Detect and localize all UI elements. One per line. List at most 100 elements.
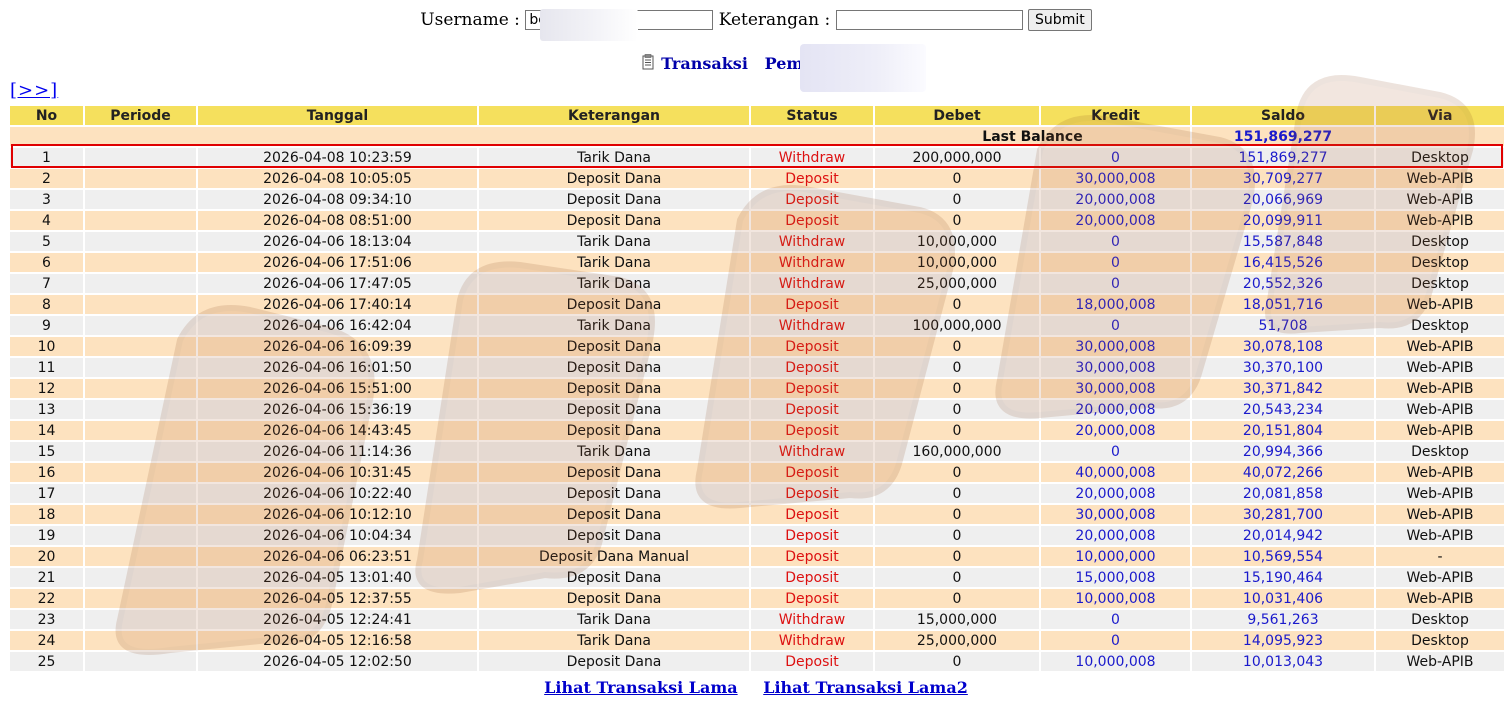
cell-status: Deposit [751,568,873,587]
table-row: 21 2026-04-05 13:01:40 Deposit Dana Deposit… [10,568,1504,587]
keterangan-input[interactable] [835,10,1023,30]
cell-debet: 0 [875,547,1039,566]
next-page-link[interactable]: [>>] [10,80,58,101]
cell-kredit: 0 [1041,148,1190,167]
cell-no: 20 [10,547,83,566]
cell-status: Withdraw [751,148,873,167]
last-balance-row: Last Balance 151,869,277 [10,127,1504,146]
cell-saldo: 10,013,043 [1192,652,1374,671]
cell-periode [85,589,196,608]
cell-no: 11 [10,358,83,377]
cell-no: 13 [10,400,83,419]
cell-via: Desktop [1376,274,1504,293]
cell-status: Deposit [751,463,873,482]
cell-tanggal: 2026-04-08 08:51:00 [198,211,477,230]
table-row: 11 2026-04-06 16:01:50 Deposit Dana Deposit… [10,358,1504,377]
cell-via: Web-APIB [1376,589,1504,608]
cell-via: Desktop [1376,631,1504,650]
cell-periode [85,274,196,293]
cell-debet: 0 [875,358,1039,377]
header-status: Status [751,106,873,125]
cell-keterangan: Tarik Dana [479,442,749,461]
cell-saldo: 20,151,804 [1192,421,1374,440]
cell-periode [85,295,196,314]
cell-periode [85,484,196,503]
header-kredit: Kredit [1041,106,1190,125]
cell-kredit: 30,000,008 [1041,358,1190,377]
cell-no: 7 [10,274,83,293]
cell-kredit: 10,000,000 [1041,547,1190,566]
cell-keterangan: Deposit Dana [479,568,749,587]
table-row: 10 2026-04-06 16:09:39 Deposit Dana Deposit… [10,337,1504,356]
cell-periode [85,652,196,671]
cell-debet: 15,000,000 [875,610,1039,629]
pemain-redaction-blur [800,44,926,92]
cell-saldo: 10,031,406 [1192,589,1374,608]
cell-tanggal: 2026-04-06 17:47:05 [198,274,477,293]
header-no: No [10,106,83,125]
cell-kredit: 30,000,008 [1041,379,1190,398]
cell-keterangan: Deposit Dana [479,358,749,377]
cell-keterangan: Deposit Dana [479,295,749,314]
last-balance-label: Last Balance [875,127,1190,146]
cell-keterangan: Deposit Dana [479,589,749,608]
cell-kredit: 15,000,008 [1041,568,1190,587]
cell-periode [85,232,196,251]
footer-links: Lihat Transaksi Lama Lihat Transaksi Lam… [0,678,1512,697]
cell-status: Withdraw [751,631,873,650]
transaction-table: No Periode Tanggal Keterangan Status Deb… [8,104,1506,673]
table-row: 24 2026-04-05 12:16:58 Tarik Dana Withdraw 2… [10,631,1504,650]
cell-via: Web-APIB [1376,484,1504,503]
table-row: 3 2026-04-08 09:34:10 Deposit Dana Deposit 0… [10,190,1504,209]
cell-no: 12 [10,379,83,398]
cell-via: Desktop [1376,316,1504,335]
cell-saldo: 30,281,700 [1192,505,1374,524]
table-row: 4 2026-04-08 08:51:00 Deposit Dana Deposit 0… [10,211,1504,230]
cell-tanggal: 2026-04-05 12:02:50 [198,652,477,671]
lihat-transaksi-lama-link[interactable]: Lihat Transaksi Lama [544,678,738,697]
table-row: 12 2026-04-06 15:51:00 Deposit Dana Deposit… [10,379,1504,398]
table-row: 9 2026-04-06 16:42:04 Tarik Dana Withdraw 10… [10,316,1504,335]
cell-saldo: 20,099,911 [1192,211,1374,230]
cell-debet: 0 [875,190,1039,209]
keterangan-label: Keterangan : [718,10,831,30]
cell-no: 4 [10,211,83,230]
cell-keterangan: Tarik Dana [479,631,749,650]
cell-debet: 0 [875,484,1039,503]
cell-no: 16 [10,463,83,482]
table-row: 6 2026-04-06 17:51:06 Tarik Dana Withdraw 10… [10,253,1504,272]
page-title: Transaksi Pemain : be [0,54,1512,73]
cell-tanggal: 2026-04-06 10:31:45 [198,463,477,482]
cell-keterangan: Deposit Dana [479,400,749,419]
cell-debet: 0 [875,568,1039,587]
cell-no: 18 [10,505,83,524]
cell-debet: 25,000,000 [875,631,1039,650]
cell-tanggal: 2026-04-06 15:51:00 [198,379,477,398]
cell-no: 23 [10,610,83,629]
cell-keterangan: Tarik Dana [479,610,749,629]
cell-periode [85,358,196,377]
cell-saldo: 151,869,277 [1192,148,1374,167]
cell-tanggal: 2026-04-08 10:23:59 [198,148,477,167]
cell-tanggal: 2026-04-06 15:36:19 [198,400,477,419]
cell-no: 17 [10,484,83,503]
cell-keterangan: Deposit Dana [479,211,749,230]
cell-no: 19 [10,526,83,545]
cell-kredit: 0 [1041,232,1190,251]
cell-saldo: 10,569,554 [1192,547,1374,566]
cell-tanggal: 2026-04-06 17:51:06 [198,253,477,272]
cell-keterangan: Deposit Dana [479,169,749,188]
cell-status: Deposit [751,295,873,314]
cell-periode [85,547,196,566]
cell-debet: 0 [875,379,1039,398]
cell-debet: 10,000,000 [875,253,1039,272]
cell-kredit: 20,000,008 [1041,190,1190,209]
cell-tanggal: 2026-04-06 16:01:50 [198,358,477,377]
cell-status: Withdraw [751,253,873,272]
cell-debet: 25,000,000 [875,274,1039,293]
submit-button[interactable]: Submit [1028,9,1092,31]
cell-periode [85,400,196,419]
lihat-transaksi-lama2-link[interactable]: Lihat Transaksi Lama2 [763,678,968,697]
cell-periode [85,505,196,524]
cell-debet: 0 [875,589,1039,608]
